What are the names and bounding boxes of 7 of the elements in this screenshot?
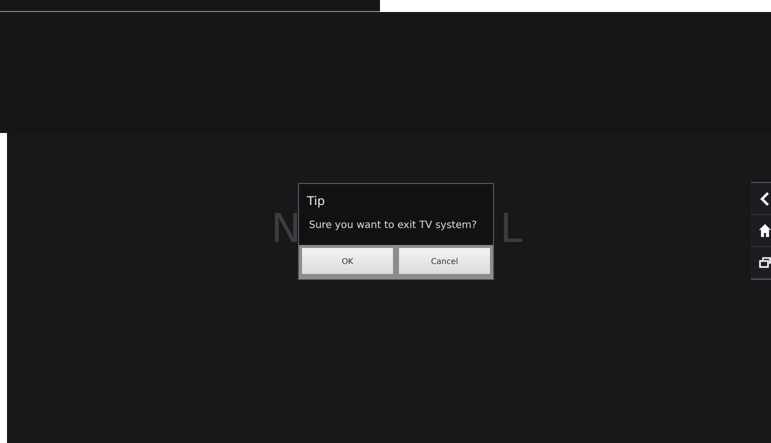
dialog-message: Sure you want to exit TV system? <box>309 220 477 231</box>
dialog-title: Tip <box>307 194 325 208</box>
recent-apps-icon <box>759 257 771 268</box>
home-icon <box>759 224 771 237</box>
ok-button[interactable]: OK <box>302 248 393 274</box>
cancel-button[interactable]: Cancel <box>399 248 490 274</box>
back-icon <box>759 192 771 206</box>
